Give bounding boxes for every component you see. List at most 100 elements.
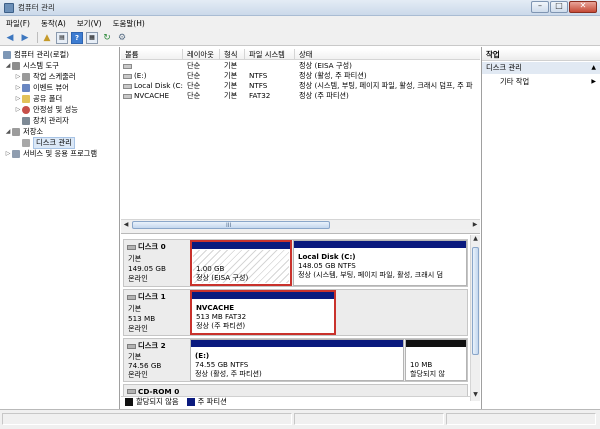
disk-2-row[interactable]: 디스크 2 기본 74.56 GB 온라인 (E:) 74.55 GB NTFS… xyxy=(123,338,468,382)
partition-bar xyxy=(192,292,334,299)
partition-title: Local Disk (C:) xyxy=(298,252,356,261)
disk-kind: 기본 xyxy=(128,304,142,313)
action-more-actions[interactable]: 기타 작업 ▶ xyxy=(482,76,600,88)
partition-eisa[interactable]: 1.00 GB 정상 (EISA 구성) xyxy=(190,240,292,286)
volume-cell: Local Disk (C:) xyxy=(123,81,183,91)
tree-item-storage[interactable]: ◢ 저장소 xyxy=(4,126,43,137)
tree-item-event-viewer[interactable]: ▷ 이벤트 뷰어 xyxy=(14,82,69,93)
type-cell: 기본 xyxy=(224,81,238,90)
shared-folder-icon xyxy=(22,94,30,103)
partition-nvcache[interactable]: NVCACHE 513 MB FAT32 정상 (주 파티션) xyxy=(190,290,336,335)
legend-swatch-primary xyxy=(186,398,195,406)
menu-bar: 파일(F) 동작(A) 보기(V) 도움말(H) xyxy=(0,16,600,30)
expanded-icon[interactable]: ◢ xyxy=(4,62,12,69)
computer-management-icon xyxy=(4,2,14,13)
menu-view[interactable]: 보기(V) xyxy=(77,18,102,29)
collapsed-icon[interactable]: ▷ xyxy=(4,150,12,157)
tree-item-disk-management[interactable]: 디스크 관리 xyxy=(14,136,75,149)
scroll-up-icon[interactable]: ▲ xyxy=(471,235,480,245)
disk-0-row[interactable]: 디스크 0 기본 149.05 GB 온라인 1.00 GB 정상 (EISA … xyxy=(123,239,468,287)
disk-name: 디스크 0 xyxy=(138,242,166,251)
disk-size: 513 MB xyxy=(128,314,156,323)
tree-item-computer-management[interactable]: 컴퓨터 관리(로컬) xyxy=(3,49,69,60)
expanded-icon[interactable]: ◢ xyxy=(4,128,12,135)
collapsed-icon[interactable]: ▷ xyxy=(14,106,22,113)
collapsed-icon[interactable]: ▷ xyxy=(14,84,22,91)
tree-item-task-scheduler[interactable]: ▷ 작업 스케줄러 xyxy=(14,71,76,82)
tree-item-device-manager[interactable]: 장치 관리자 xyxy=(14,115,69,126)
scroll-grip-icon: III xyxy=(226,222,232,229)
scroll-thumb[interactable]: III xyxy=(132,221,330,229)
toolbar: ◀ ▶ ▲ ▤ ? ▦ ↻ ⚙ xyxy=(0,30,600,46)
pane-splitter[interactable] xyxy=(121,229,480,234)
volume-row[interactable]: (E:) 단순 기본 NTFS 정상 (활성, 주 파티션) xyxy=(121,71,480,81)
type-cell: 기본 xyxy=(224,61,238,70)
menu-action[interactable]: 동작(A) xyxy=(41,18,66,29)
collapsed-icon[interactable]: ▷ xyxy=(14,73,22,80)
disk-icon xyxy=(127,343,136,349)
volume-cell: NVCACHE xyxy=(123,91,181,101)
disk-1-row[interactable]: 디스크 1 기본 513 MB 온라인 NVCACHE 513 MB FAT32… xyxy=(123,289,468,336)
status-bar xyxy=(0,409,600,429)
device-manager-icon xyxy=(22,116,30,125)
legend-label: 주 파티션 xyxy=(197,397,227,406)
partition-size: 1.00 GB xyxy=(196,264,225,273)
tree-item-system-tools[interactable]: ◢ 시스템 도구 xyxy=(4,60,59,71)
column-header-status[interactable]: 상태 xyxy=(295,49,480,60)
column-header-volume[interactable]: 볼륨 xyxy=(121,49,183,60)
menu-file[interactable]: 파일(F) xyxy=(6,18,30,29)
disk-icon xyxy=(127,244,136,250)
maximize-icon: □ xyxy=(555,1,563,10)
volume-row[interactable]: Local Disk (C:) 단순 기본 NTFS 정상 (시스템, 부팅, … xyxy=(121,81,480,91)
export-icon[interactable]: ↻ xyxy=(101,32,113,44)
partition-size: 148.05 GB NTFS xyxy=(298,261,356,270)
back-icon[interactable]: ◀ xyxy=(4,32,16,44)
column-header-type[interactable]: 형식 xyxy=(220,49,245,60)
minimize-button[interactable]: – xyxy=(531,1,549,13)
tree-item-shared-folders[interactable]: ▷ 공유 폴더 xyxy=(14,93,62,104)
tree-item-label: 컴퓨터 관리(로컬) xyxy=(14,49,70,59)
maximize-button[interactable]: □ xyxy=(550,1,568,13)
collapsed-icon[interactable]: ▷ xyxy=(14,95,22,102)
console-view-icon[interactable]: ▦ xyxy=(86,31,98,44)
partition-local-disk-c[interactable]: Local Disk (C:) 148.05 GB NTFS 정상 (시스템, … xyxy=(293,240,467,286)
cdrom-icon xyxy=(127,389,136,394)
submenu-arrow-icon: ▶ xyxy=(591,78,596,85)
help-icon[interactable]: ? xyxy=(71,31,83,44)
title-bar: 컴퓨터 관리 – □ ✕ xyxy=(0,0,600,16)
collapse-icon[interactable]: ▲ xyxy=(591,62,596,74)
actions-pane: 작업 디스크 관리 ▲ 기타 작업 ▶ xyxy=(481,47,600,409)
partition-size: 74.55 GB NTFS xyxy=(195,360,249,369)
window-title: 컴퓨터 관리 xyxy=(18,3,55,12)
up-folder-icon[interactable]: ▲ xyxy=(41,32,53,44)
cdrom-0-row[interactable]: CD-ROM 0 xyxy=(123,384,468,396)
tree-item-label: 안정성 및 성능 xyxy=(33,104,78,114)
partition-unallocated[interactable]: 10 MB 할당되지 않 xyxy=(405,339,467,381)
show-hide-tree-icon[interactable]: ▤ xyxy=(56,31,68,44)
partition-bar xyxy=(191,340,403,347)
scroll-thumb[interactable] xyxy=(472,247,479,355)
actions-section-disk-management[interactable]: 디스크 관리 ▲ xyxy=(482,62,600,74)
tree-item-label: 시스템 도구 xyxy=(23,60,59,70)
tree-item-services-applications[interactable]: ▷ 서비스 및 응용 프로그램 xyxy=(4,148,97,159)
column-header-layout[interactable]: 레이아웃 xyxy=(183,49,220,60)
type-cell: 기본 xyxy=(224,71,238,80)
disk-state: 온라인 xyxy=(128,274,148,283)
partition-bar xyxy=(406,340,466,347)
disk-label: 디스크 2 xyxy=(127,341,166,351)
volume-row[interactable]: NVCACHE 단순 기본 FAT32 정상 (주 파티션) xyxy=(121,91,480,101)
volume-row[interactable]: 단순 기본 정상 (EISA 구성) xyxy=(121,61,480,71)
column-header-file-system[interactable]: 파일 시스템 xyxy=(245,49,295,60)
tree-item-reliability-performance[interactable]: ▷ 안정성 및 성능 xyxy=(14,104,78,115)
close-button[interactable]: ✕ xyxy=(569,1,597,13)
properties-icon[interactable]: ⚙ xyxy=(116,32,128,44)
layout-cell: 단순 xyxy=(187,71,201,80)
menu-help[interactable]: 도움말(H) xyxy=(113,18,145,29)
scroll-down-icon[interactable]: ▼ xyxy=(471,391,480,401)
forward-icon[interactable]: ▶ xyxy=(19,32,31,44)
volume-list-horizontal-scrollbar[interactable]: ◀ III ▶ xyxy=(121,219,480,229)
disk-state: 온라인 xyxy=(128,370,148,379)
disk-management-icon xyxy=(22,138,30,147)
disk-view-vertical-scrollbar[interactable]: ▲ ▼ xyxy=(470,235,480,401)
partition-e[interactable]: (E:) 74.55 GB NTFS 정상 (활성, 주 파티션) xyxy=(190,339,404,381)
